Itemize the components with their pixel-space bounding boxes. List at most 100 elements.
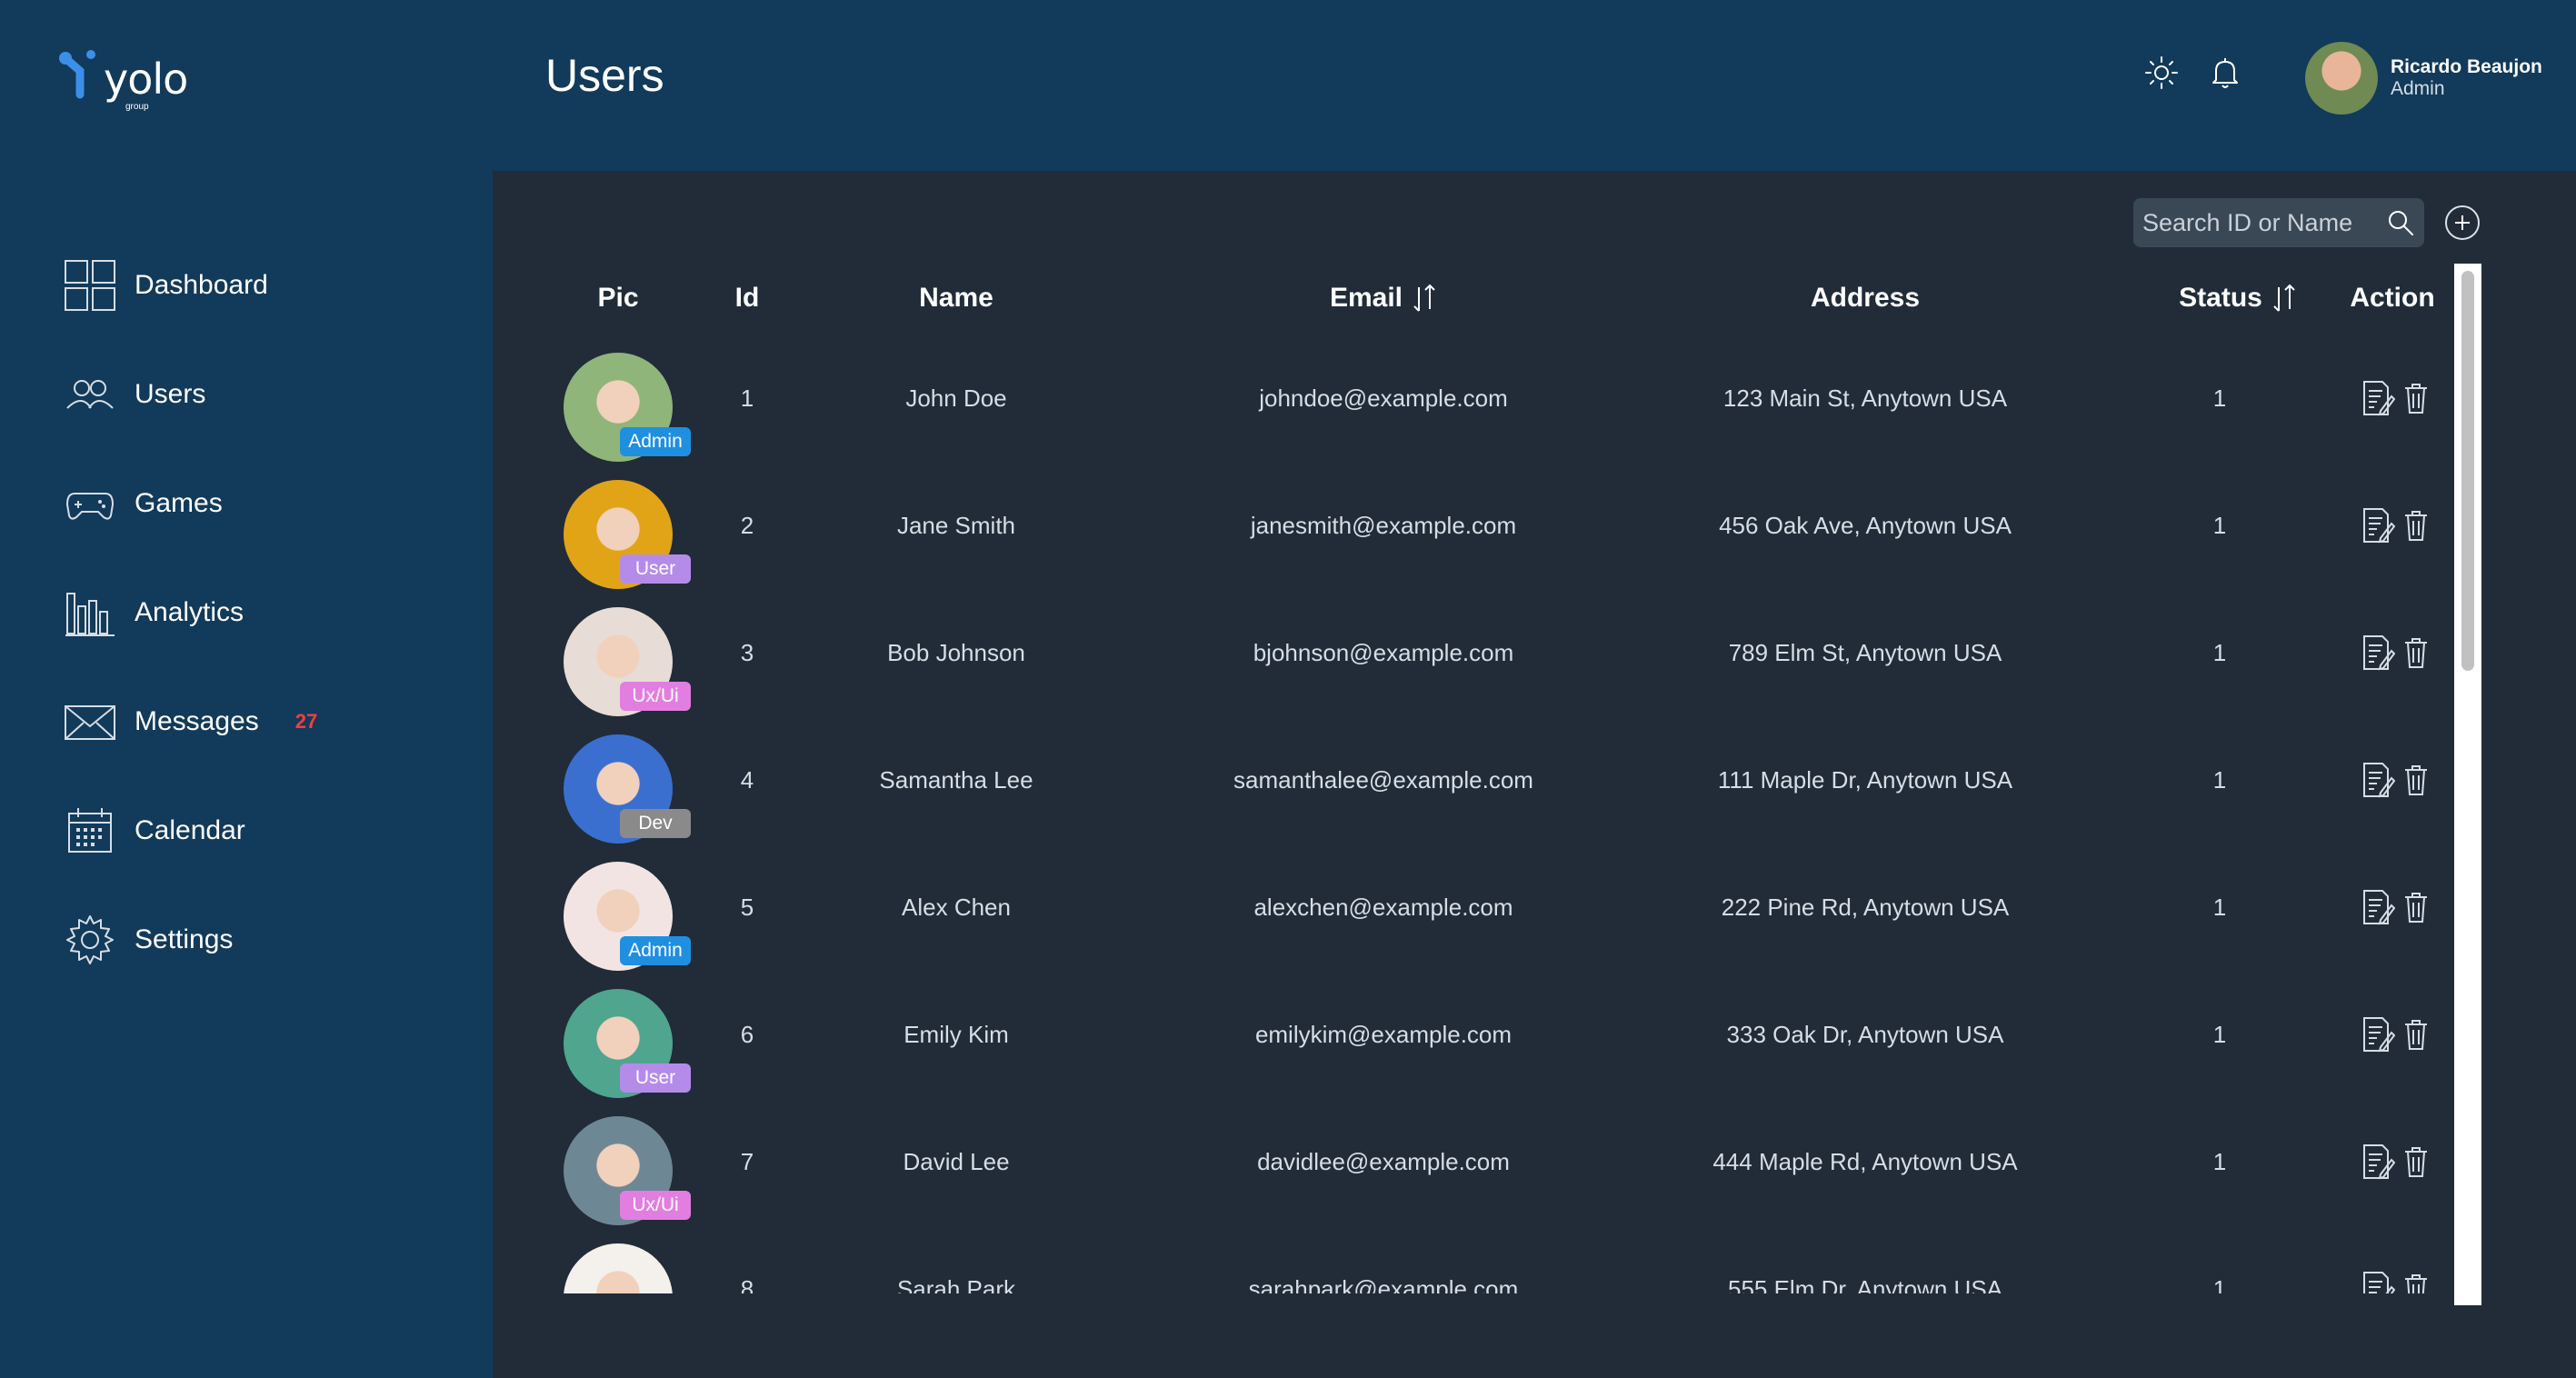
trash-icon[interactable] bbox=[2402, 380, 2430, 416]
trash-icon[interactable] bbox=[2402, 1143, 2430, 1180]
trash-icon[interactable] bbox=[2402, 634, 2430, 671]
user-name: Ricardo Beaujon bbox=[2391, 56, 2542, 77]
cell-address: 444 Maple Rd, Anytown USA bbox=[1712, 1147, 2018, 1175]
cell-address: 222 Pine Rd, Anytown USA bbox=[1721, 893, 2010, 921]
sidebar-item-dashboard[interactable]: Dashboard bbox=[64, 231, 464, 340]
messages-count-badge: 27 bbox=[295, 710, 318, 733]
edit-icon[interactable] bbox=[2361, 889, 2396, 925]
search-box bbox=[2133, 198, 2424, 247]
cell-email: bjohnson@example.com bbox=[1253, 638, 1514, 666]
page-title: Users bbox=[545, 50, 664, 101]
search-input[interactable] bbox=[2142, 208, 2386, 237]
sidebar-item-users[interactable]: Users bbox=[64, 340, 464, 449]
cell-id: 7 bbox=[740, 1147, 754, 1175]
table-row[interactable]: User 2 Jane Smith janesmith@example.com 456 … bbox=[493, 462, 2492, 589]
logo[interactable]: yolo group bbox=[56, 49, 202, 118]
avatar[interactable] bbox=[2305, 42, 2378, 115]
table-row[interactable]: Dev 4 Samantha Lee samanthalee@example.com 1… bbox=[493, 716, 2492, 844]
logo-subtext: group bbox=[125, 102, 149, 112]
edit-icon[interactable] bbox=[2361, 1016, 2396, 1053]
scrollbar-thumb[interactable] bbox=[2461, 271, 2474, 671]
sidebar-item-messages[interactable]: Messages 27 bbox=[64, 667, 464, 776]
user-avatar[interactable]: User bbox=[564, 480, 691, 589]
user-avatar[interactable]: User bbox=[564, 989, 691, 1098]
user-avatar[interactable]: Admin bbox=[564, 353, 691, 462]
sun-icon[interactable] bbox=[2143, 55, 2180, 91]
cell-email: alexchen@example.com bbox=[1253, 893, 1513, 921]
sidebar-item-label: Settings bbox=[135, 924, 234, 954]
cell-id: 4 bbox=[740, 765, 754, 794]
sidebar-item-label: Calendar bbox=[135, 815, 245, 845]
sidebar-item-settings[interactable]: Settings bbox=[64, 885, 464, 994]
column-header-name: Name bbox=[919, 283, 993, 313]
cell-name: John Doe bbox=[905, 384, 1007, 412]
edit-icon[interactable] bbox=[2361, 380, 2396, 416]
trash-icon[interactable] bbox=[2402, 507, 2430, 544]
role-badge: User bbox=[620, 1063, 691, 1093]
cell-action bbox=[2336, 844, 2454, 971]
edit-icon[interactable] bbox=[2361, 634, 2396, 671]
table-row[interactable]: Admin 1 John Doe johndoe@example.com 123 Mai… bbox=[493, 335, 2492, 462]
table-row[interactable]: Ux/Ui 7 David Lee davidlee@example.com 444 M… bbox=[493, 1098, 2492, 1225]
column-header-id: Id bbox=[734, 283, 760, 313]
analytics-icon bbox=[65, 593, 115, 636]
scrollbar[interactable] bbox=[2454, 264, 2481, 1305]
role-badge: Dev bbox=[620, 809, 691, 838]
cell-name: Bob Johnson bbox=[887, 638, 1025, 666]
cell-name: Emily Kim bbox=[904, 1020, 1009, 1048]
cell-id: 2 bbox=[740, 511, 754, 539]
add-user-button[interactable] bbox=[2445, 205, 2480, 240]
user-avatar[interactable]: Ux/Ui bbox=[564, 1116, 691, 1225]
users-table: Pic Id Name Email Address Status Action bbox=[493, 262, 2492, 1293]
users-icon bbox=[66, 380, 114, 409]
bell-icon[interactable] bbox=[2207, 55, 2243, 91]
cell-name: Alex Chen bbox=[902, 893, 1011, 921]
plus-icon bbox=[2455, 215, 2470, 230]
cell-status: 1 bbox=[2212, 1274, 2227, 1294]
user-avatar[interactable]: Dev bbox=[564, 734, 691, 844]
trash-icon[interactable] bbox=[2402, 1016, 2430, 1053]
cell-email: emilykim@example.com bbox=[1254, 1020, 1513, 1048]
sort-icon[interactable] bbox=[1412, 282, 1437, 315]
calendar-icon bbox=[68, 808, 112, 853]
cell-email: sarahpark@example.com bbox=[1248, 1274, 1519, 1294]
cell-address: 555 Elm Dr, Anytown USA bbox=[1727, 1274, 2003, 1294]
sidebar-item-analytics[interactable]: Analytics bbox=[64, 558, 464, 667]
search-icon[interactable] bbox=[2386, 208, 2415, 237]
column-header-email[interactable]: Email bbox=[1202, 262, 1565, 335]
avatar-image bbox=[564, 1243, 673, 1293]
user-avatar[interactable]: Ux/Ui bbox=[564, 607, 691, 716]
cell-status: 1 bbox=[2212, 511, 2227, 539]
edit-icon[interactable] bbox=[2361, 1143, 2396, 1180]
cell-status: 1 bbox=[2212, 1020, 2227, 1048]
trash-icon[interactable] bbox=[2402, 1271, 2430, 1293]
gamepad-icon bbox=[65, 493, 115, 520]
cell-action bbox=[2336, 716, 2454, 844]
cell-address: 123 Main St, Anytown USA bbox=[1722, 384, 2008, 412]
user-avatar[interactable]: Admin bbox=[564, 862, 691, 971]
user-avatar[interactable] bbox=[564, 1243, 673, 1293]
sort-icon[interactable] bbox=[2271, 282, 2297, 315]
sidebar-item-games[interactable]: Games bbox=[64, 449, 464, 558]
dashboard-icon bbox=[65, 260, 115, 311]
cell-email: davidlee@example.com bbox=[1257, 1147, 1510, 1175]
envelope-icon bbox=[65, 705, 115, 740]
sidebar-nav: Dashboard Users Games Analytics Messages… bbox=[64, 231, 464, 994]
role-badge: Admin bbox=[620, 427, 691, 456]
edit-icon[interactable] bbox=[2361, 1271, 2396, 1293]
cell-address: 333 Oak Dr, Anytown USA bbox=[1726, 1020, 2004, 1048]
edit-icon[interactable] bbox=[2361, 507, 2396, 544]
table-row[interactable]: 8 Sarah Park sarahpark@example.com 555 Elm … bbox=[493, 1225, 2492, 1293]
table-row[interactable]: Ux/Ui 3 Bob Johnson bjohnson@example.com 789… bbox=[493, 589, 2492, 716]
column-header-status[interactable]: Status bbox=[2111, 262, 2365, 335]
cell-id: 1 bbox=[740, 384, 754, 412]
cell-name: Sarah Park bbox=[896, 1274, 1016, 1294]
logo-text: yolo bbox=[104, 55, 188, 104]
cell-name: Jane Smith bbox=[896, 511, 1016, 539]
sidebar-item-calendar[interactable]: Calendar bbox=[64, 776, 464, 885]
table-row[interactable]: Admin 5 Alex Chen alexchen@example.com 222 P… bbox=[493, 844, 2492, 971]
trash-icon[interactable] bbox=[2402, 762, 2430, 798]
trash-icon[interactable] bbox=[2402, 889, 2430, 925]
edit-icon[interactable] bbox=[2361, 762, 2396, 798]
table-row[interactable]: User 6 Emily Kim emilykim@example.com 333 Oa… bbox=[493, 971, 2492, 1098]
